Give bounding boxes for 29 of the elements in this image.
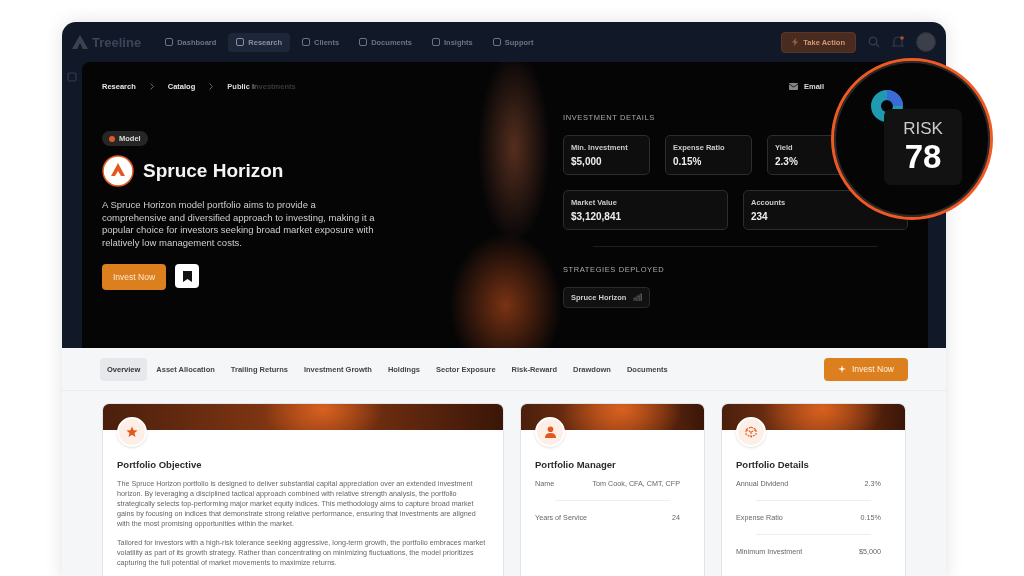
risk-score: 78 <box>904 139 942 175</box>
lightning-icon <box>792 38 799 46</box>
risk-gauge-icon <box>870 89 904 123</box>
chevron-icon <box>149 83 154 90</box>
metric-value: $3,120,841 <box>571 211 623 222</box>
person-icon <box>544 426 556 438</box>
bookmark-icon <box>182 270 192 282</box>
portfolio-title: Spruce Horizon <box>143 160 284 182</box>
sparkle-icon <box>837 365 846 373</box>
card-title: Portfolio Objective <box>117 459 203 470</box>
tree-logo-icon <box>102 155 134 187</box>
avatar[interactable] <box>916 32 936 52</box>
sidebar-toggle-icon[interactable] <box>67 72 77 82</box>
card-title: Portfolio Details <box>736 459 810 470</box>
star-icon <box>126 426 138 438</box>
envelope-icon <box>789 83 798 90</box>
metric-value: 2.3% <box>775 156 799 167</box>
risk-label: RISK <box>903 119 943 139</box>
chevron-icon <box>209 83 214 90</box>
metric-value: $5,000 <box>571 156 603 167</box>
bar-chart-icon <box>633 293 643 302</box>
tree-logo-icon <box>72 35 88 49</box>
search-icon[interactable] <box>868 36 880 48</box>
metric-value: 0.15% <box>673 156 703 167</box>
bell-icon[interactable] <box>892 35 904 49</box>
portfolio-description: A Spruce Horizon model portfolio aims to provide a comprehensive and diversified approach to investing, making it a popular choice for investors seeking broad market exposure with relatively low management costs. <box>102 199 376 249</box>
metric-value: 234 <box>751 211 769 222</box>
bookmark-button[interactable] <box>175 264 200 288</box>
card-title: Portfolio Manager <box>535 459 617 470</box>
